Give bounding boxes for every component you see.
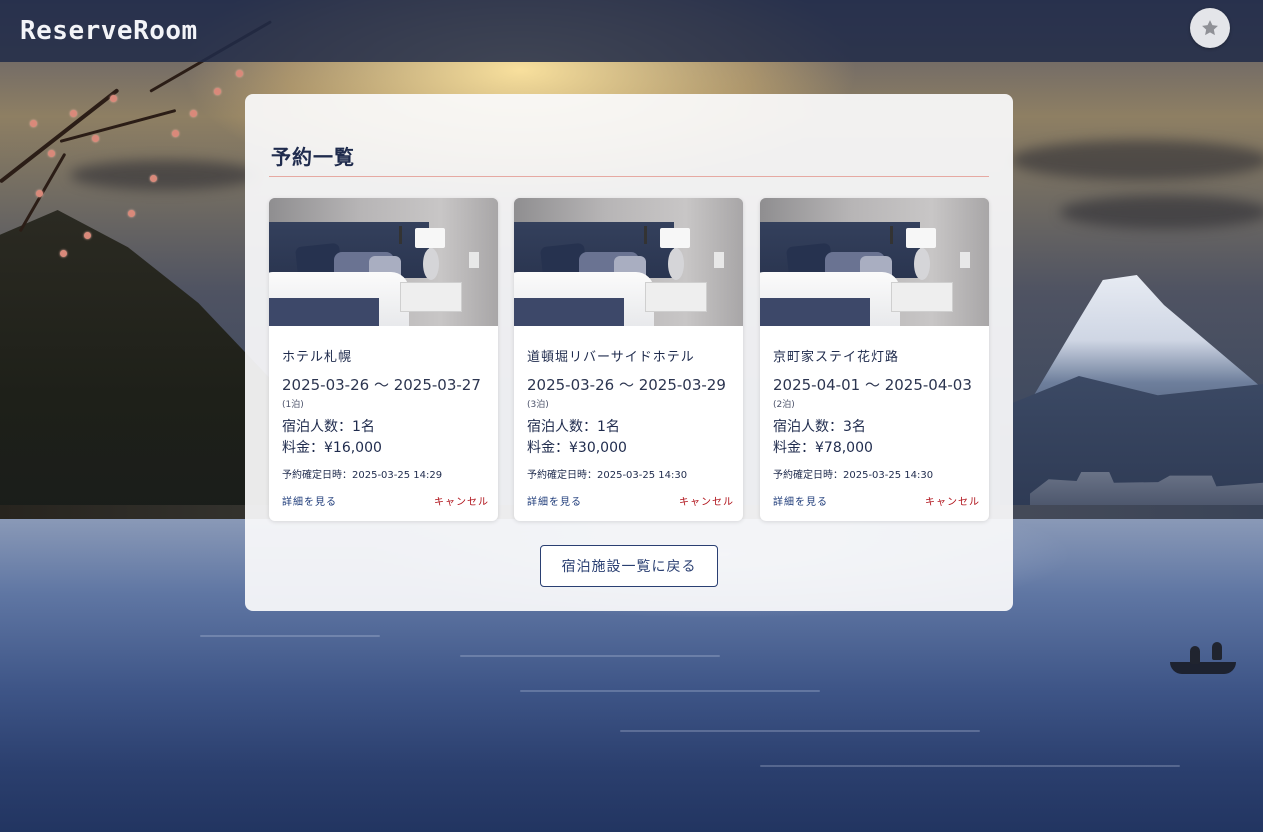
guest-count: 宿泊人数：1名 xyxy=(282,419,375,435)
view-details-link[interactable]: 詳細を見る xyxy=(527,493,582,508)
reservation-card: 京町家ステイ花灯路 2025-04-01 〜 2025-04-03 (2泊) 宿… xyxy=(760,198,989,521)
ripple xyxy=(520,690,820,692)
night-count: (3泊) xyxy=(527,400,549,410)
favorites-button[interactable] xyxy=(1190,8,1230,48)
price: 料金：¥30,000 xyxy=(527,440,627,456)
blossom xyxy=(84,232,91,239)
blossom xyxy=(190,110,197,117)
booking-confirmed-time: 予約確定日時：2025-03-25 14:29 xyxy=(282,470,443,481)
guest-count: 宿泊人数：3名 xyxy=(773,419,866,435)
room-photo xyxy=(269,198,498,326)
view-details-link[interactable]: 詳細を見る xyxy=(282,493,337,508)
stay-dates: 2025-03-26 〜 2025-03-27 xyxy=(282,376,481,394)
price: 料金：¥16,000 xyxy=(282,440,382,456)
blossom xyxy=(128,210,135,217)
rower xyxy=(1212,642,1222,660)
cloud xyxy=(1010,140,1263,180)
hotel-name: 京町家ステイ花灯路 xyxy=(773,350,900,365)
blossom xyxy=(36,190,43,197)
view-details-link[interactable]: 詳細を見る xyxy=(773,493,828,508)
reservation-card: ホテル札幌 2025-03-26 〜 2025-03-27 (1泊) 宿泊人数：… xyxy=(269,198,498,521)
price: 料金：¥78,000 xyxy=(773,440,873,456)
hotel-name: ホテル札幌 xyxy=(282,350,353,365)
stay-dates: 2025-04-01 〜 2025-04-03 xyxy=(773,376,972,394)
room-photo xyxy=(760,198,989,326)
ripple xyxy=(200,635,380,637)
star-icon xyxy=(1202,20,1218,36)
blossom xyxy=(48,150,55,157)
ripple xyxy=(460,655,720,657)
cloud xyxy=(1060,195,1263,229)
blossom xyxy=(172,130,179,137)
hotel-name: 道頓堀リバーサイドホテル xyxy=(527,350,695,365)
booking-confirmed-time: 予約確定日時：2025-03-25 14:30 xyxy=(773,470,934,481)
blossom xyxy=(150,175,157,182)
back-to-hotels-button[interactable]: 宿泊施設一覧に戻る xyxy=(540,545,718,587)
blossom xyxy=(236,70,243,77)
ripple xyxy=(760,765,1180,767)
cancel-link[interactable]: キャンセル xyxy=(434,493,489,508)
ripple xyxy=(620,730,980,732)
stay-dates: 2025-03-26 〜 2025-03-29 xyxy=(527,376,726,394)
boat xyxy=(1170,662,1236,674)
blossom xyxy=(110,95,117,102)
room-photo xyxy=(514,198,743,326)
page-title: 予約一覧 xyxy=(271,145,355,169)
cancel-link[interactable]: キャンセル xyxy=(679,493,734,508)
booking-confirmed-time: 予約確定日時：2025-03-25 14:30 xyxy=(527,470,688,481)
rower xyxy=(1190,646,1200,664)
night-count: (2泊) xyxy=(773,400,795,410)
app-logo[interactable]: ReserveRoom xyxy=(20,16,198,46)
cancel-link[interactable]: キャンセル xyxy=(925,493,980,508)
blossom xyxy=(70,110,77,117)
reservation-list: ホテル札幌 2025-03-26 〜 2025-03-27 (1泊) 宿泊人数：… xyxy=(269,198,989,521)
reservations-panel: 予約一覧 ホテル札幌 2025-03-26 〜 2025-03-27 (1泊) … xyxy=(245,94,1013,611)
title-divider xyxy=(269,176,989,177)
reservation-card: 道頓堀リバーサイドホテル 2025-03-26 〜 2025-03-29 (3泊… xyxy=(514,198,743,521)
guest-count: 宿泊人数：1名 xyxy=(527,419,620,435)
app-header: ReserveRoom xyxy=(0,0,1263,62)
blossom xyxy=(60,250,67,257)
blossom xyxy=(30,120,37,127)
night-count: (1泊) xyxy=(282,400,304,410)
cloud xyxy=(70,160,260,190)
blossom xyxy=(92,135,99,142)
blossom xyxy=(214,88,221,95)
